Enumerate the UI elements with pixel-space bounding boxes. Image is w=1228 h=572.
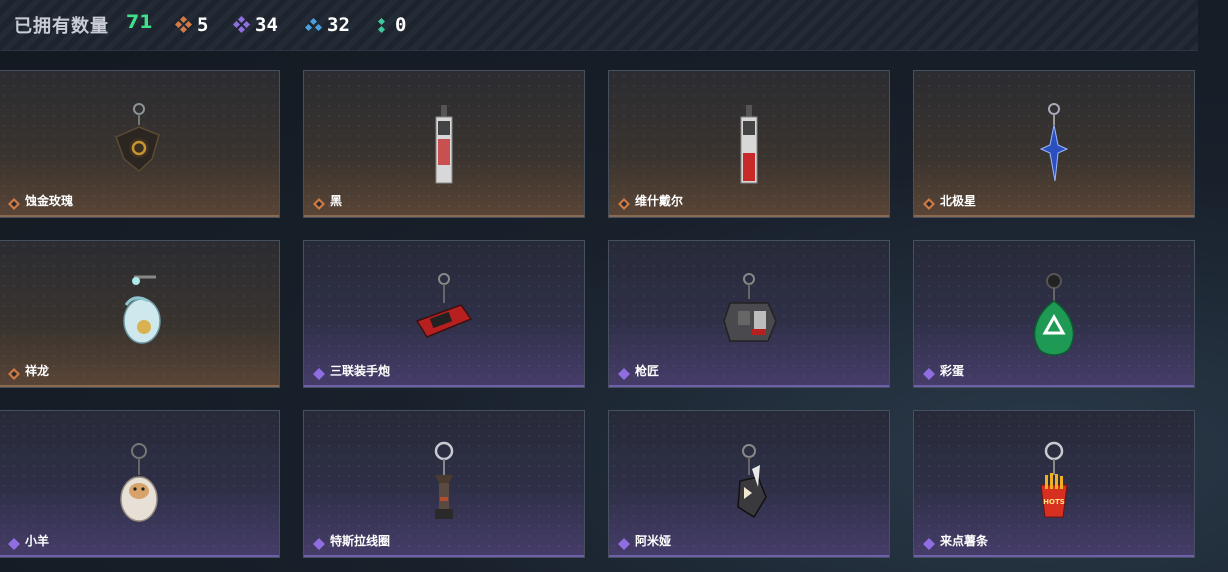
charm-name: 小羊 <box>25 534 50 548</box>
orange-rarity-icon <box>313 195 325 210</box>
charm-name: 来点薯条 <box>940 534 989 548</box>
purple-rarity-icon <box>8 535 20 550</box>
orange-count: 5 <box>197 14 209 36</box>
blue-gem-icon <box>304 17 323 33</box>
charm-name: 彩蛋 <box>940 364 965 378</box>
charm-name: 维什戴尔 <box>635 194 684 208</box>
purple-rarity-icon <box>618 365 630 380</box>
svg-text:HOTS: HOTS <box>1043 498 1065 506</box>
red-tag-charm-icon <box>714 101 784 191</box>
charm-card[interactable]: 北极星 <box>913 70 1195 218</box>
gunsmith-charm-icon <box>714 271 784 361</box>
tesla-coil-charm-icon <box>409 441 479 531</box>
charm-name: 阿米娅 <box>635 534 672 548</box>
purple-rarity-icon <box>313 535 325 550</box>
green-gem-icon <box>374 17 390 34</box>
charm-name: 祥龙 <box>25 364 50 378</box>
charm-card[interactable]: 特斯拉线圈 <box>303 410 585 558</box>
lamb-charm-icon <box>104 441 174 531</box>
purple-rarity-icon <box>618 535 630 550</box>
charm-card[interactable]: 祥龙 <box>0 240 280 388</box>
charm-card[interactable]: 彩蛋 <box>913 240 1195 388</box>
charm-card[interactable]: 小羊 <box>0 410 280 558</box>
dragon-charm-icon <box>104 271 174 361</box>
black-rose-charm-icon <box>104 101 174 191</box>
charm-card[interactable]: 黑 <box>303 70 585 218</box>
black-tag-charm-icon <box>409 101 479 191</box>
charm-card[interactable]: 维什戴尔 <box>608 70 890 218</box>
owned-count-label: 已拥有数量 <box>14 16 109 37</box>
charm-card[interactable]: HOTS 来点薯条 <box>913 410 1195 558</box>
charm-card[interactable]: 枪匠 <box>608 240 890 388</box>
charm-card[interactable]: 阿米娅 <box>608 410 890 558</box>
orange-rarity-icon <box>8 365 20 380</box>
charm-name: 枪匠 <box>635 364 660 378</box>
blue-star-charm-icon <box>1019 101 1089 191</box>
owned-count-value: 71 <box>126 11 153 33</box>
charm-name: 蚀金玫瑰 <box>25 194 74 208</box>
purple-rarity-stat: 34 <box>232 13 278 37</box>
purple-rarity-icon <box>923 535 935 550</box>
purple-rarity-icon <box>923 365 935 380</box>
charm-card[interactable]: 三联装手炮 <box>303 240 585 388</box>
inventory-header: 已拥有数量 71 5 34 32 0 <box>0 0 1198 51</box>
blue-count: 32 <box>327 14 350 36</box>
orange-rarity-icon <box>8 195 20 210</box>
fries-charm-icon: HOTS <box>1019 441 1089 531</box>
orange-gem-icon <box>174 15 193 34</box>
amiya-charm-icon <box>714 441 784 531</box>
green-rarity-stat: 0 <box>374 13 406 37</box>
orange-rarity-icon <box>618 195 630 210</box>
charm-name: 黑 <box>330 194 343 208</box>
charm-name: 特斯拉线圈 <box>330 534 391 548</box>
purple-count: 34 <box>255 14 278 36</box>
hand-cannon-charm-icon <box>409 271 479 361</box>
orange-rarity-icon <box>923 195 935 210</box>
purple-gem-icon <box>232 15 251 34</box>
charm-card[interactable]: 蚀金玫瑰 <box>0 70 280 218</box>
easter-egg-charm-icon <box>1019 271 1089 361</box>
purple-rarity-icon <box>313 365 325 380</box>
charm-name: 北极星 <box>940 194 977 208</box>
charm-name: 三联装手炮 <box>330 364 391 378</box>
orange-rarity-stat: 5 <box>174 13 209 37</box>
blue-rarity-stat: 32 <box>304 13 350 37</box>
green-count: 0 <box>395 14 407 36</box>
